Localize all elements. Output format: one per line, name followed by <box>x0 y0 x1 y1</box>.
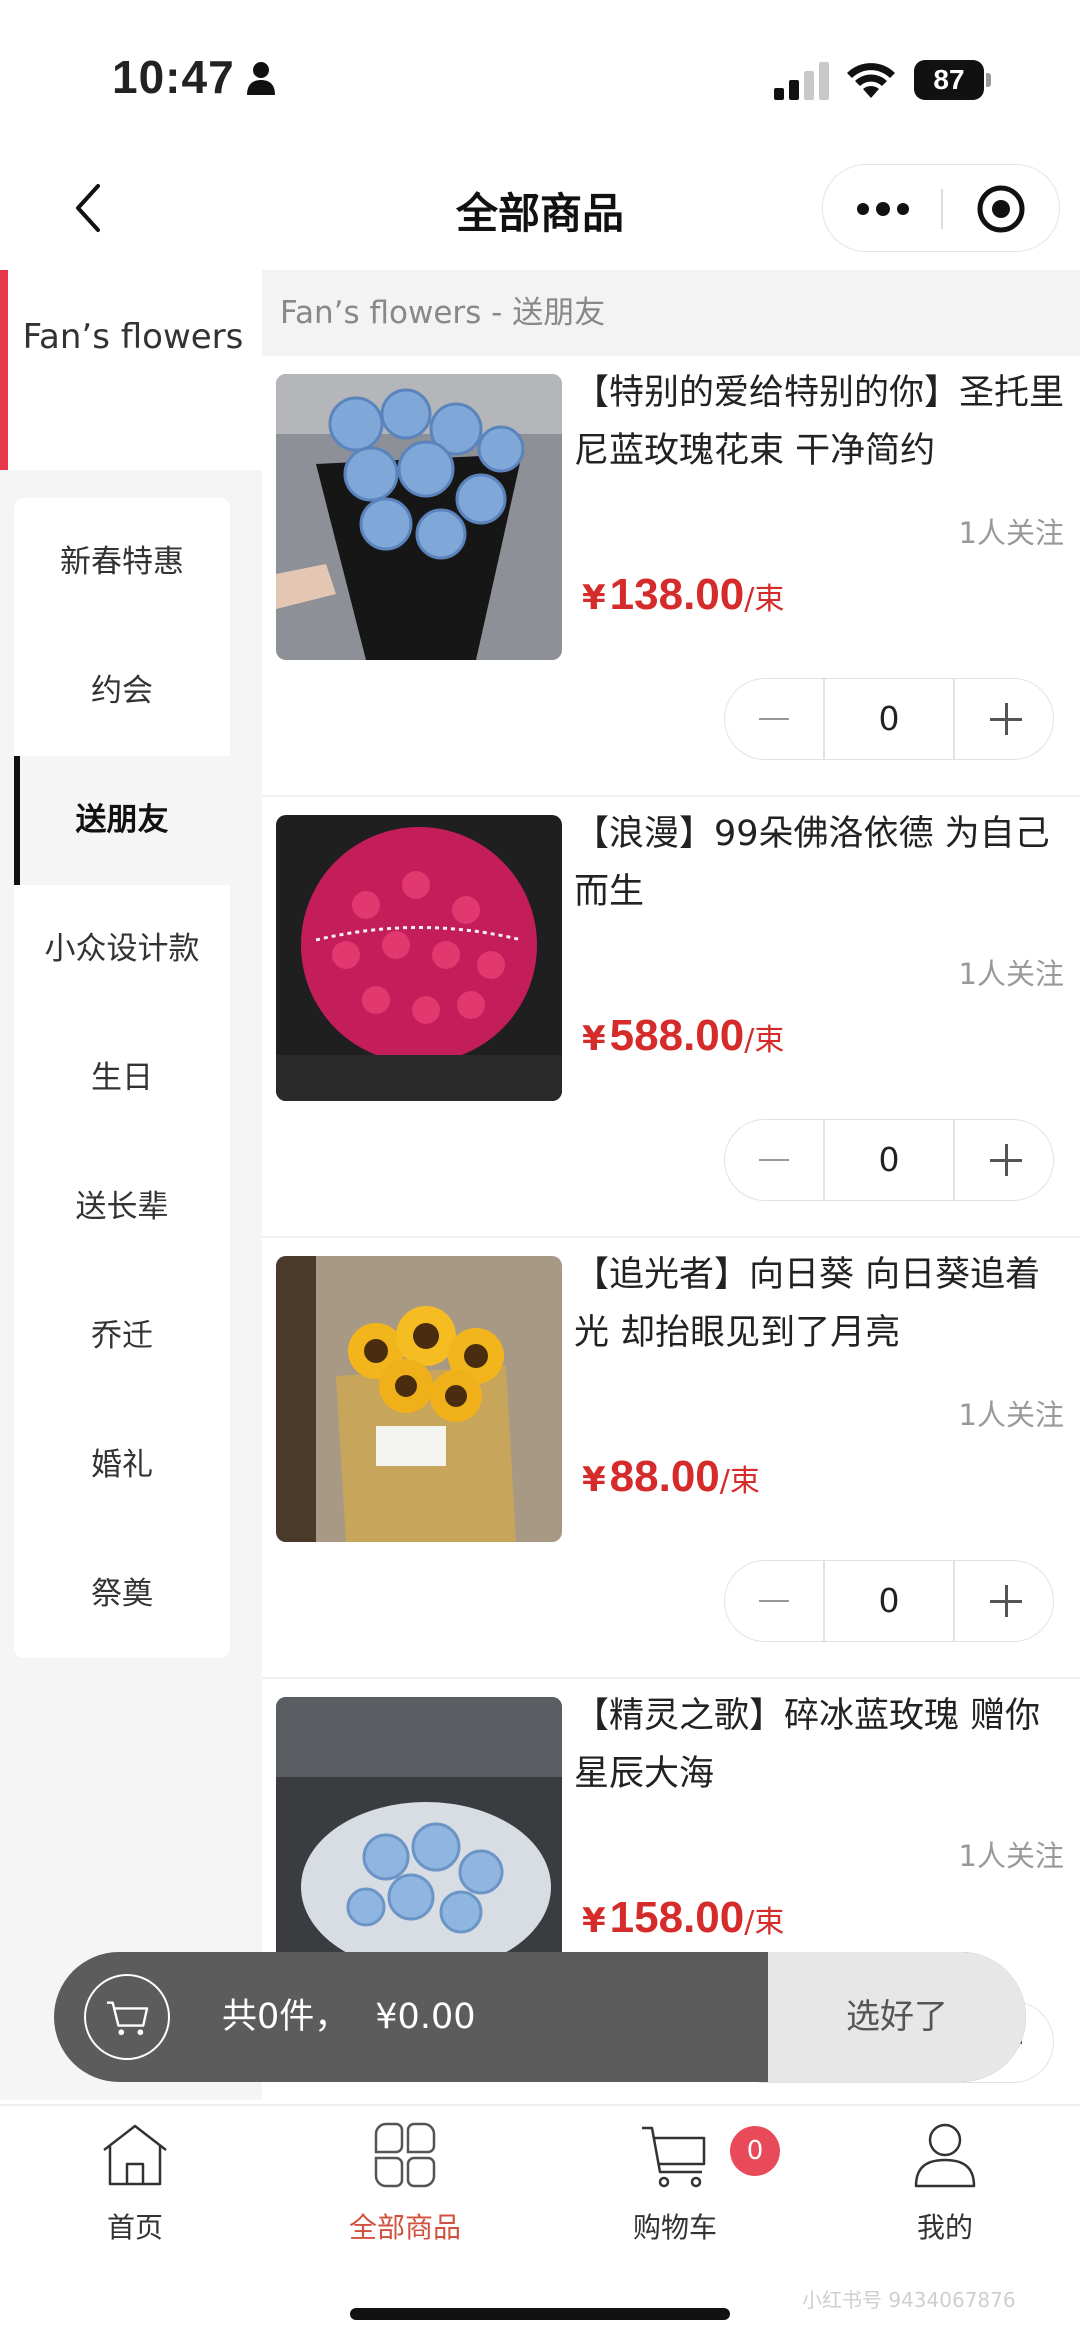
currency-symbol: ¥ <box>582 1019 606 1059</box>
price-value: 158.00 <box>609 1893 745 1942</box>
currency-symbol: ¥ <box>582 578 606 618</box>
product-followers: 1人关注 <box>958 1398 1064 1432</box>
price-unit: /束 <box>744 1905 785 1940</box>
category-item[interactable]: 送长辈 <box>14 1143 230 1272</box>
price-value: 88.00 <box>609 1452 720 1501</box>
close-target-icon[interactable] <box>943 165 1061 253</box>
category-item[interactable]: 祭奠 <box>14 1530 230 1659</box>
tab-label: 购物车 <box>632 2211 717 2244</box>
quantity-value[interactable]: 0 <box>825 1120 953 1200</box>
home-indicator <box>350 2308 730 2320</box>
currency-symbol: ¥ <box>582 1901 606 1941</box>
cart-badge: 0 <box>730 2126 780 2176</box>
category-sidebar: Fan’s flowers 新春特惠 约会 送朋友 小众设计款 生日 送长辈 乔迁 婚礼 祭奠 <box>0 270 262 2100</box>
category-item[interactable]: 约会 <box>14 627 230 756</box>
price-unit: /束 <box>744 582 785 617</box>
category-item[interactable]: 生日 <box>14 1014 230 1143</box>
plus-icon[interactable] <box>955 1120 1055 1200</box>
grid-icon <box>374 2122 436 2188</box>
confirm-button[interactable]: 选好了 <box>768 1952 1026 2082</box>
person-icon <box>247 62 275 95</box>
shop-tab[interactable]: Fan’s flowers <box>0 270 262 470</box>
tab-cart[interactable]: 0 购物车 <box>540 2106 810 2246</box>
battery-icon: 87 <box>914 60 992 100</box>
cart-total: ¥0.00 <box>375 1997 476 2037</box>
product-followers: 1人关注 <box>958 957 1064 991</box>
shop-name: Fan’s flowers <box>22 317 244 357</box>
price-value: 138.00 <box>609 570 745 619</box>
shop-tab-accent <box>0 270 8 470</box>
plus-icon[interactable] <box>955 1561 1055 1641</box>
status-time: 10:47 <box>112 51 235 103</box>
quantity-stepper: 0 <box>724 1560 1054 1642</box>
price-unit: /束 <box>719 1464 760 1499</box>
tab-label: 全部商品 <box>348 2211 461 2244</box>
tab-all-products[interactable]: 全部商品 <box>270 2106 540 2246</box>
tab-home[interactable]: 首页 <box>0 2106 270 2246</box>
cart-count: 共0件， <box>222 1997 350 2037</box>
watermark: 小红书号 9434067876 <box>802 2288 1016 2312</box>
product-image[interactable] <box>276 1256 562 1542</box>
tab-label: 首页 <box>106 2211 163 2244</box>
product-title[interactable]: 【精灵之歌】碎冰蓝玫瑰 赠你星辰大海 <box>574 1687 1074 1803</box>
nav-bar: 全部商品 <box>0 150 1080 270</box>
more-icon[interactable] <box>823 165 941 253</box>
product-title[interactable]: 【追光者】向日葵 向日葵追着光 却抬眼见到了月亮 <box>574 1246 1074 1362</box>
wifi-icon <box>847 63 895 98</box>
product-image[interactable] <box>276 374 562 660</box>
user-icon <box>914 2123 976 2188</box>
minus-icon[interactable] <box>725 1120 823 1200</box>
mini-program-capsule <box>822 164 1060 252</box>
quantity-value[interactable]: 0 <box>825 1561 953 1641</box>
app-screen: { "status": { "time": "10:47", "battery"… <box>0 0 1080 2341</box>
category-item[interactable]: 送朋友 <box>14 756 230 885</box>
quantity-value[interactable]: 0 <box>825 679 953 759</box>
category-item[interactable]: 婚礼 <box>14 1401 230 1530</box>
product-image[interactable] <box>276 1697 562 1983</box>
category-item[interactable]: 新春特惠 <box>14 498 230 627</box>
signal-icon <box>774 62 829 100</box>
home-icon <box>103 2124 167 2186</box>
product-card[interactable]: 【特别的爱给特别的你】圣托里尼蓝玫瑰花束 干净简约 1人关注 ¥138.00/束… <box>262 356 1080 797</box>
price-value: 588.00 <box>609 1011 745 1060</box>
cart-icon <box>642 2126 706 2188</box>
category-item[interactable]: 乔迁 <box>14 1272 230 1401</box>
product-price: ¥588.00/束 <box>582 1011 784 1061</box>
tab-me[interactable]: 我的 <box>810 2106 1080 2246</box>
currency-symbol: ¥ <box>582 1460 606 1500</box>
product-followers: 1人关注 <box>958 516 1064 550</box>
cart-bar: 共0件， ¥0.00 选好了 <box>54 1952 1026 2082</box>
cart-bar-cart-icon[interactable] <box>84 1974 170 2060</box>
battery-level: 87 <box>914 60 984 100</box>
quantity-stepper: 0 <box>724 678 1054 760</box>
price-unit: /束 <box>744 1023 785 1058</box>
plus-icon[interactable] <box>955 679 1055 759</box>
product-title[interactable]: 【特别的爱给特别的你】圣托里尼蓝玫瑰花束 干净简约 <box>574 364 1074 480</box>
minus-icon[interactable] <box>725 1561 823 1641</box>
product-price: ¥138.00/束 <box>582 570 784 620</box>
status-bar: 10:47 87 <box>0 0 1080 150</box>
category-list: 新春特惠 约会 送朋友 小众设计款 生日 送长辈 乔迁 婚礼 祭奠 <box>14 498 230 1658</box>
cart-summary: 共0件， ¥0.00 <box>222 1952 475 2082</box>
product-title[interactable]: 【浪漫】99朵佛洛依德 为自己而生 <box>574 805 1074 921</box>
section-header: Fan’s flowers - 送朋友 <box>262 270 1080 356</box>
product-followers: 1人关注 <box>958 1839 1064 1873</box>
product-price: ¥88.00/束 <box>582 1452 760 1502</box>
minus-icon[interactable] <box>725 679 823 759</box>
product-card[interactable]: 【追光者】向日葵 向日葵追着光 却抬眼见到了月亮 1人关注 ¥88.00/束 0 <box>262 1238 1080 1679</box>
product-card[interactable]: 【浪漫】99朵佛洛依德 为自己而生 1人关注 ¥588.00/束 0 <box>262 797 1080 1238</box>
product-image[interactable] <box>276 815 562 1101</box>
product-price: ¥158.00/束 <box>582 1893 784 1943</box>
quantity-stepper: 0 <box>724 1119 1054 1201</box>
tab-label: 我的 <box>916 2211 973 2244</box>
category-item[interactable]: 小众设计款 <box>14 885 230 1014</box>
